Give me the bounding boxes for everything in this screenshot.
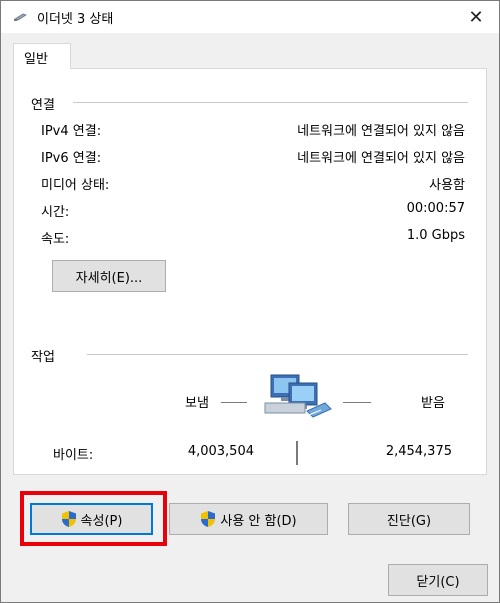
bytes-sent-value: 4,003,504 bbox=[187, 444, 254, 459]
ipv6-value: 네트워크에 연결되어 있지 않음 bbox=[297, 151, 465, 166]
diagnose-button-label: 진단(G) bbox=[386, 513, 432, 529]
disable-button[interactable]: 사용 안 함(D) bbox=[169, 503, 328, 535]
details-button[interactable]: 자세히(E)... bbox=[52, 260, 166, 292]
close-window-button[interactable]: ✕ bbox=[453, 1, 499, 33]
connection-divider bbox=[73, 102, 468, 103]
activity-divider bbox=[87, 354, 468, 355]
window-title: 이더넷 3 상태 bbox=[37, 12, 114, 27]
activity-heading: 작업 bbox=[31, 350, 55, 365]
disable-button-label: 사용 안 함(D) bbox=[220, 513, 297, 529]
duration-value: 00:00:57 bbox=[406, 201, 465, 216]
ipv4-value: 네트워크에 연결되어 있지 않음 bbox=[297, 124, 465, 139]
received-line bbox=[343, 402, 371, 403]
uac-shield-icon bbox=[201, 511, 216, 527]
close-button-label: 닫기(C) bbox=[416, 574, 460, 590]
speed-label: 속도: bbox=[41, 232, 70, 247]
tab-general-label: 일반 bbox=[24, 52, 48, 67]
uac-shield-icon bbox=[61, 511, 76, 527]
speed-value: 1.0 Gbps bbox=[406, 228, 465, 243]
media-state-value: 사용함 bbox=[429, 178, 465, 193]
network-adapter-icon bbox=[14, 13, 27, 21]
tab-general[interactable]: 일반 bbox=[13, 43, 71, 69]
title-bar: 이더넷 3 상태 ✕ bbox=[1, 1, 499, 33]
bytes-label: 바이트: bbox=[53, 448, 94, 463]
bytes-received-value: 2,454,375 bbox=[385, 444, 452, 459]
status-dialog: 이더넷 3 상태 ✕ 일반 연결 IPv4 연결: 네트워크에 연결되어 있지 … bbox=[0, 0, 500, 603]
ipv6-label: IPv6 연결: bbox=[41, 151, 102, 166]
close-button[interactable]: 닫기(C) bbox=[388, 564, 488, 596]
media-state-label: 미디어 상태: bbox=[41, 178, 110, 193]
bytes-separator bbox=[296, 441, 298, 465]
sent-line bbox=[221, 402, 247, 403]
network-computers-icon bbox=[264, 374, 332, 418]
properties-button-label: 속성(P) bbox=[80, 513, 123, 529]
close-icon: ✕ bbox=[468, 6, 484, 28]
connection-heading: 연결 bbox=[31, 98, 55, 113]
received-label: 받음 bbox=[421, 396, 445, 411]
sent-label: 보냄 bbox=[185, 396, 209, 411]
details-button-label: 자세히(E)... bbox=[75, 270, 143, 286]
diagnose-button[interactable]: 진단(G) bbox=[348, 503, 470, 535]
properties-button[interactable]: 속성(P) bbox=[30, 503, 153, 535]
duration-label: 시간: bbox=[41, 205, 70, 220]
ipv4-label: IPv4 연결: bbox=[41, 124, 102, 139]
